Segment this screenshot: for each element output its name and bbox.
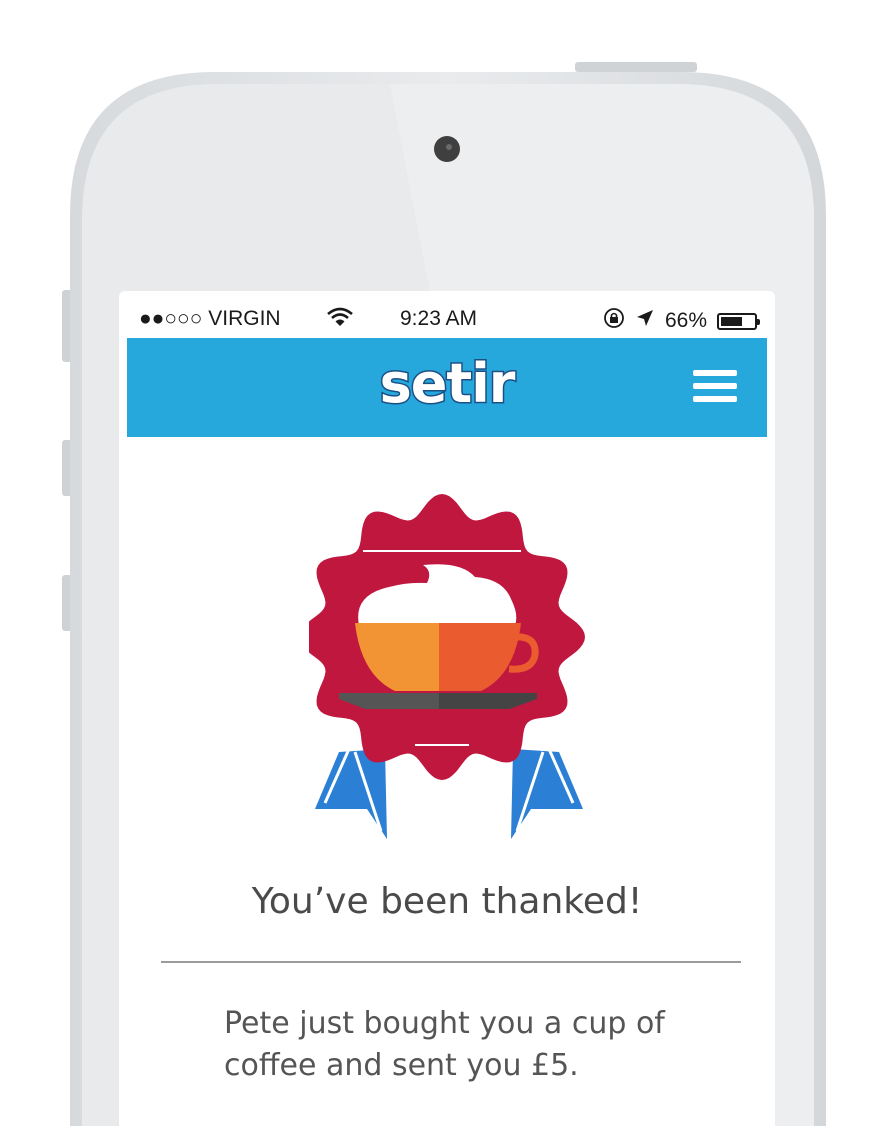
wifi-icon xyxy=(327,307,353,333)
app-screen: ●●○○○ VIRGIN 9:23 AM 66% setir You’ve be… xyxy=(119,291,775,1126)
menu-button[interactable] xyxy=(693,370,737,406)
app-logo[interactable]: setir xyxy=(127,352,767,415)
app-header: setir xyxy=(127,338,767,437)
status-bar: ●●○○○ VIRGIN 9:23 AM 66% xyxy=(119,291,775,338)
hamburger-line xyxy=(693,396,737,402)
ribbon-left xyxy=(315,748,387,839)
thank-you-message: Pete just bought you a cup of coffee and… xyxy=(224,1006,665,1083)
rotation-lock-icon xyxy=(603,307,625,335)
coffee-award-badge-icon xyxy=(309,494,585,839)
carrier-label: ●●○○○ VIRGIN xyxy=(139,307,281,330)
thanked-headline: You’ve been thanked! xyxy=(251,881,643,922)
clock-time: 9:23 AM xyxy=(400,307,478,330)
location-arrow-icon xyxy=(635,308,655,334)
ribbon-right xyxy=(511,748,583,839)
battery-icon xyxy=(717,312,760,330)
status-right: 66% xyxy=(603,307,760,335)
battery-percent: 66% xyxy=(664,309,707,332)
section-divider xyxy=(161,961,741,963)
hamburger-menu-icon xyxy=(693,370,737,376)
hamburger-line xyxy=(693,383,737,389)
